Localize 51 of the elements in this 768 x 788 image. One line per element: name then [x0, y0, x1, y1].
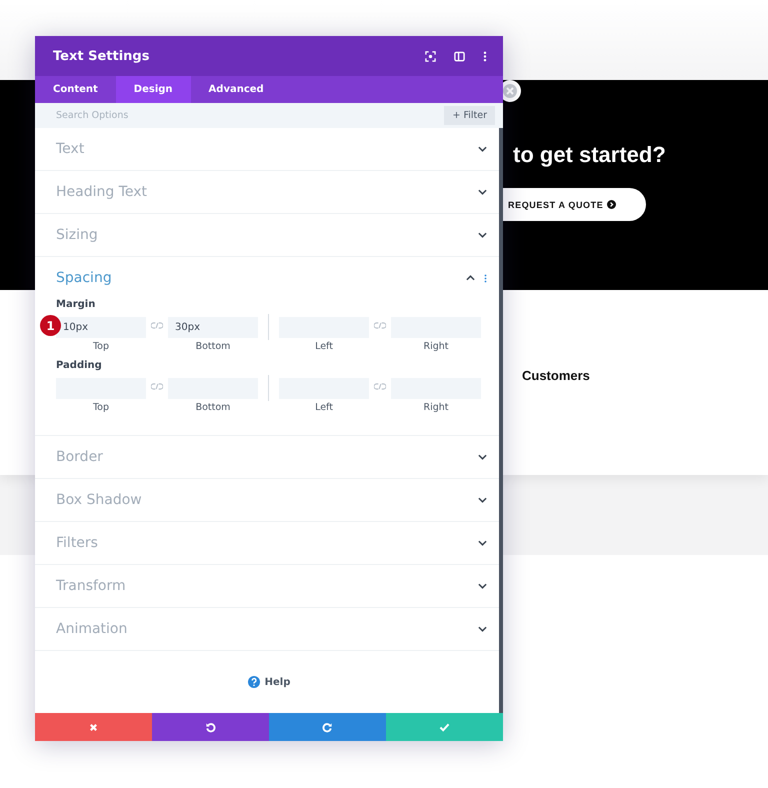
- group-label: Margin: [56, 299, 96, 310]
- more-icon[interactable]: [484, 274, 487, 282]
- chevron-down-icon[interactable]: [478, 583, 487, 589]
- checkmark-icon: [439, 722, 450, 732]
- section-title[interactable]: Border: [56, 449, 103, 465]
- tab[interactable]: Content: [35, 76, 116, 103]
- arrow-circle-icon: [607, 200, 616, 209]
- help-icon: [248, 676, 260, 688]
- field-caption: Left: [315, 402, 333, 413]
- field-caption: Left: [315, 341, 333, 352]
- chevron-down-icon[interactable]: [478, 454, 487, 460]
- tab[interactable]: Advanced: [190, 76, 282, 103]
- request-quote-button[interactable]: REQUEST A QUOTE: [503, 188, 646, 221]
- section-title[interactable]: Sizing: [56, 227, 98, 243]
- section-title[interactable]: Text: [56, 141, 84, 157]
- tab[interactable]: Design: [116, 76, 191, 103]
- columns-icon[interactable]: [454, 50, 465, 62]
- more-icon[interactable]: [483, 50, 487, 62]
- input-field[interactable]: 30px: [168, 317, 258, 338]
- section-title[interactable]: Transform: [56, 578, 126, 594]
- field-caption: Bottom: [196, 402, 230, 413]
- search-field[interactable]: Search Options: [56, 110, 256, 121]
- chevron-up-icon[interactable]: [466, 275, 475, 281]
- step-badge: 1: [40, 315, 61, 336]
- chevron-down-icon[interactable]: [478, 189, 487, 195]
- close-icon: [89, 722, 98, 732]
- chevron-down-icon[interactable]: [478, 626, 487, 632]
- field-caption: Top: [92, 341, 110, 352]
- undo-icon: [205, 722, 216, 732]
- help-link[interactable]: Help: [248, 676, 290, 688]
- field-caption: Right: [423, 402, 449, 413]
- customers-label: Customers: [522, 368, 590, 383]
- section-title[interactable]: Animation: [56, 621, 128, 637]
- section-title[interactable]: Spacing: [56, 270, 112, 286]
- focus-icon[interactable]: [425, 50, 436, 62]
- chevron-down-icon[interactable]: [478, 540, 487, 546]
- filter-button[interactable]: + Filter: [444, 106, 495, 125]
- field-caption: Top: [92, 402, 110, 413]
- redo-icon: [322, 722, 333, 732]
- field-caption: Right: [423, 341, 449, 352]
- field-caption: Bottom: [196, 341, 230, 352]
- section-title[interactable]: Filters: [56, 535, 98, 551]
- section-title[interactable]: Box Shadow: [56, 492, 142, 508]
- input-field[interactable]: 10px: [56, 317, 146, 338]
- window-title: Text Settings: [53, 48, 150, 64]
- chevron-down-icon[interactable]: [478, 146, 487, 152]
- group-label: Padding: [56, 360, 103, 371]
- chevron-down-icon[interactable]: [478, 232, 487, 238]
- chevron-down-icon[interactable]: [478, 497, 487, 503]
- hero-heading: to get started?: [513, 142, 666, 168]
- section-title[interactable]: Heading Text: [56, 184, 148, 200]
